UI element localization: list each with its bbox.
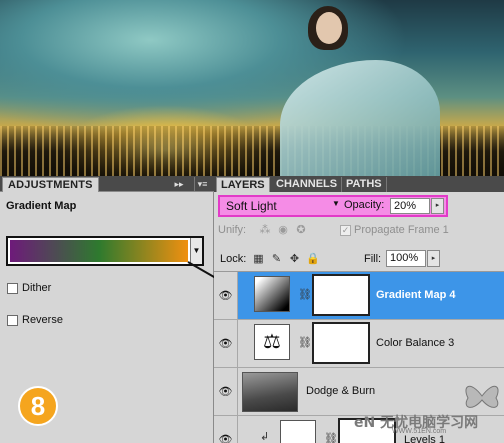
fill-input[interactable]: 100% <box>386 250 426 267</box>
lock-transparency-icon[interactable]: ▦ <box>252 252 265 265</box>
lock-row: Lock: ▦ ✎ ✥ 🔒 Fill: 100% ▸ <box>218 250 500 268</box>
layer-mask-thumbnail[interactable] <box>338 418 396 443</box>
tab-layers[interactable]: LAYERS <box>216 177 270 192</box>
layer-name: Levels 1 <box>404 434 445 443</box>
visibility-eye-icon[interactable]: 👁 <box>214 272 238 319</box>
chain-link-icon[interactable]: ⛓ <box>298 288 312 301</box>
gradient-preview[interactable] <box>10 240 188 262</box>
lock-label: Lock: <box>220 253 247 265</box>
layer-row-levels[interactable]: 👁 ↲ ⛓ Levels 1 <box>214 416 504 443</box>
lock-position-icon[interactable]: ✥ <box>288 252 301 265</box>
step-number-badge: 8 <box>18 386 58 426</box>
reverse-checkbox-box[interactable] <box>7 314 18 326</box>
layer-row-gradient-map[interactable]: 👁 ⛓ Gradient Map 4 <box>214 272 504 320</box>
fill-slider-icon[interactable]: ▸ <box>427 250 440 267</box>
opacity-input[interactable]: 20% <box>390 198 430 214</box>
layer-row-color-balance[interactable]: 👁 ⚖ ⛓ Color Balance 3 <box>214 320 504 368</box>
tab-paths[interactable]: PATHS <box>342 177 387 192</box>
layer-name: Gradient Map 4 <box>376 289 456 301</box>
visibility-eye-icon[interactable]: 👁 <box>214 320 238 367</box>
fill-label: Fill: <box>364 253 382 265</box>
adjustments-tabbar: ADJUSTMENTS ▸▸ ▾≡ <box>0 176 214 192</box>
unify-position-icon[interactable]: ⁂ <box>258 223 272 237</box>
blend-dropdown-icon[interactable]: ▼ <box>332 199 340 208</box>
layer-list: 👁 ⛓ Gradient Map 4 👁 ⚖ ⛓ Color Balance 3… <box>214 271 504 443</box>
figure-dress <box>280 60 440 176</box>
opacity-label: Opacity: <box>344 199 385 211</box>
panel-menu-icon[interactable]: ▾≡ <box>194 177 210 191</box>
dodge-burn-thumbnail[interactable] <box>242 372 298 412</box>
chain-link-icon[interactable]: ⛓ <box>324 432 338 443</box>
visibility-eye-icon[interactable]: 👁 <box>214 368 238 415</box>
gradient-picker[interactable]: ▼ <box>6 236 204 266</box>
unify-row: Unify: ⁂ ◉ ✪ ✓ Propagate Frame 1 <box>218 223 500 239</box>
layer-name: Color Balance 3 <box>376 337 455 349</box>
blend-opacity-row: Soft Light ▼ Opacity: 20% ▸ <box>218 195 448 217</box>
adjustment-title: Gradient Map <box>6 200 77 212</box>
gradient-map-thumbnail[interactable] <box>254 276 290 312</box>
tab-channels[interactable]: CHANNELS <box>272 177 343 192</box>
dither-checkbox-box[interactable] <box>7 282 18 294</box>
layer-mask-thumbnail[interactable] <box>312 274 370 316</box>
tab-adjustments[interactable]: ADJUSTMENTS <box>2 177 99 192</box>
layers-tabbar: LAYERS CHANNELS PATHS <box>214 176 504 192</box>
opacity-slider-icon[interactable]: ▸ <box>431 198 444 214</box>
unify-label: Unify: <box>218 224 247 236</box>
reverse-label: Reverse <box>22 314 63 326</box>
lock-all-icon[interactable]: 🔒 <box>306 252 320 265</box>
artwork-canvas <box>0 0 504 176</box>
unify-style-icon[interactable]: ✪ <box>294 223 308 237</box>
dither-label: Dither <box>22 282 52 294</box>
collapse-panel-icon[interactable]: ▸▸ <box>172 177 186 191</box>
figure-head <box>316 12 342 44</box>
unify-visibility-icon[interactable]: ◉ <box>276 223 290 237</box>
gradient-dropdown-icon[interactable]: ▼ <box>190 238 202 264</box>
propagate-frame-checkbox[interactable]: ✓ <box>340 225 351 236</box>
layer-mask-thumbnail[interactable] <box>312 322 370 364</box>
levels-thumbnail[interactable] <box>280 420 316 443</box>
reverse-checkbox[interactable]: Reverse <box>7 313 63 327</box>
propagate-frame-label: Propagate Frame 1 <box>354 224 449 236</box>
dither-checkbox[interactable]: Dither <box>7 281 51 295</box>
blend-mode-select[interactable]: Soft Light <box>222 198 340 214</box>
lock-pixels-icon[interactable]: ✎ <box>270 252 283 265</box>
visibility-eye-icon[interactable]: 👁 <box>214 416 238 443</box>
layer-name: Dodge & Burn <box>306 385 376 397</box>
layers-panel: LAYERS CHANNELS PATHS Soft Light ▼ Opaci… <box>214 176 504 443</box>
clip-arrow-icon: ↲ <box>260 431 270 443</box>
color-balance-thumbnail[interactable]: ⚖ <box>254 324 290 360</box>
layer-row-dodge-burn[interactable]: 👁 Dodge & Burn <box>214 368 504 416</box>
chain-link-icon[interactable]: ⛓ <box>298 336 312 349</box>
